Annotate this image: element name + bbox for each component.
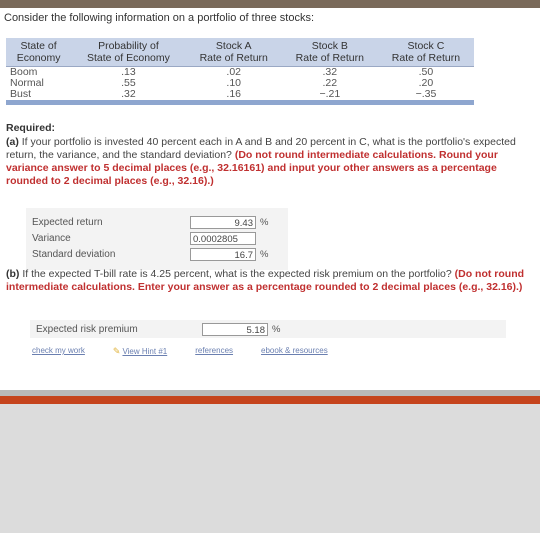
question-a: (a) If your portfolio is invested 40 per… [6,136,526,188]
std-dev-row: Standard deviation 16.7 % [32,246,282,262]
table-row: Bust .32 .16 −.21 −.35 [6,89,474,105]
percent-sign: % [260,216,269,228]
hint-icon: ✎ [112,346,121,356]
risk-premium-input[interactable]: 5.18 [202,322,268,336]
answers-panel-a: Expected return 9.43 % Variance 0.000280… [26,208,288,270]
cell-prob: .32 [71,89,186,105]
expected-return-input[interactable]: 9.43 [190,215,256,229]
variance-row: Variance 0.0002805 [32,230,282,246]
check-my-work-link[interactable]: check my work [32,346,85,357]
cell-c: −.35 [377,89,474,105]
question-b: (b) If the expected T-bill rate is 4.25 … [6,268,526,294]
variance-input[interactable]: 0.0002805 [190,231,256,245]
footer-area [0,404,540,533]
header-stock-b: Stock B Rate of Return [281,38,378,67]
cell-state: Bust [6,89,72,105]
view-hint-label: View Hint #1 [122,347,168,356]
risk-premium-label: Expected risk premium [36,323,138,335]
stocks-table: State of Economy Probability of State of E… [6,38,474,105]
table-header-row: State of Economy Probability of State of E… [6,38,474,67]
references-link[interactable]: references [195,346,233,357]
std-dev-label: Standard deviation [32,248,116,260]
std-dev-input[interactable]: 16.7 [190,247,256,261]
question-b-text: If the expected T-bill rate is 4.25 perc… [22,268,452,280]
view-hint-link[interactable]: ✎ View Hint #1 [113,346,167,357]
header-probability: Probability of State of Economy [71,38,186,67]
question-a-label: (a) [6,136,19,148]
answers-panel-b: Expected risk premium 5.18 % [30,320,506,338]
header-stock-a: Stock A Rate of Return [185,38,282,67]
action-links: check my work ✎ View Hint #1 references e… [32,346,328,357]
variance-label: Variance [32,232,71,244]
accent-band [0,396,540,404]
question-b-label: (b) [6,268,20,280]
required-heading: Required: [6,122,56,134]
percent-sign: % [272,323,281,335]
expected-return-label: Expected return [32,216,103,228]
header-stock-c: Stock C Rate of Return [377,38,474,67]
intro-text: Consider the following information on a … [4,12,314,24]
top-bar [0,0,540,8]
ebook-resources-link[interactable]: ebook & resources [261,346,328,357]
percent-sign: % [260,248,269,260]
cell-a: .16 [185,89,282,105]
header-state: State of Economy [6,38,72,67]
expected-return-row: Expected return 9.43 % [32,214,282,230]
cell-b: −.21 [281,89,378,105]
